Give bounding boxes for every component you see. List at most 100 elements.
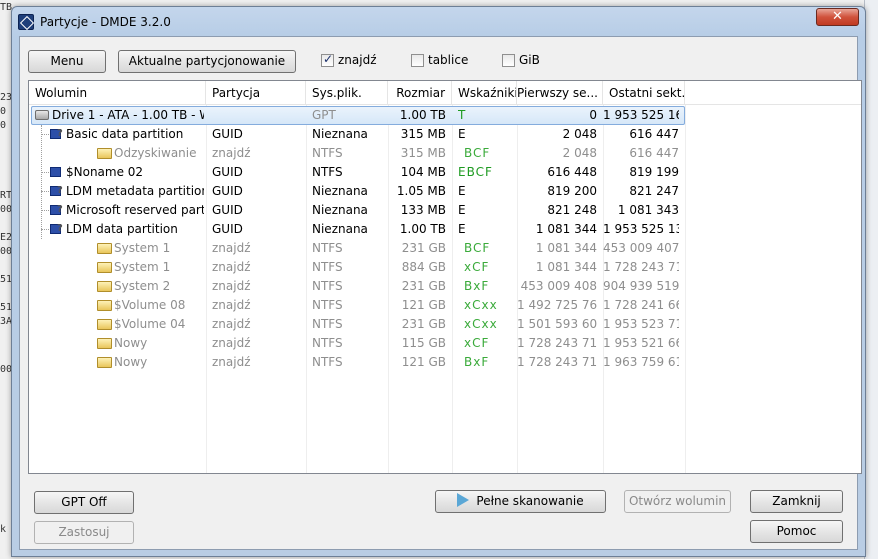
cell-flags: E: [458, 127, 466, 141]
table-row[interactable]: $Noname 02 GUID NTFS 104 MB EBCF 616 448 819 1…: [29, 163, 861, 182]
partition-icon: [49, 166, 65, 179]
find-checkbox[interactable]: znajdź: [321, 52, 381, 69]
cell-first-sector: 819 200: [547, 184, 597, 198]
cell-filesystem: NTFS: [312, 355, 343, 369]
cell-volume: Odzyskiwanie: [114, 146, 197, 160]
table-row[interactable]: Odzyskiwanie znajdź NTFS 315 MB BCF 2 048 616 …: [29, 144, 861, 163]
table-row[interactable]: LDM data partition GUID Nieznana 1.00 TB E 1 …: [29, 220, 861, 239]
close-button[interactable]: Zamknij: [750, 490, 843, 513]
table-row[interactable]: Nowy znajdź NTFS 115 GB xCF 1 728 243 712 1 95…: [29, 334, 861, 353]
cell-volume: Nowy: [114, 355, 148, 369]
cell-size: 231 GB: [401, 279, 446, 293]
cell-filesystem: Nieznana: [312, 184, 368, 198]
cell-volume: System 1: [114, 241, 171, 255]
cell-first-sector: 821 248: [547, 203, 597, 217]
cell-size: 884 GB: [401, 260, 446, 274]
table-row[interactable]: System 2 znajdź NTFS 231 GB BxF 453 009 408 90…: [29, 277, 861, 296]
cell-last-sector: 1 953 521 663: [603, 336, 679, 350]
cell-size: 121 GB: [401, 355, 446, 369]
tables-checkbox-box[interactable]: [411, 54, 424, 67]
table-row[interactable]: $Volume 04 znajdź NTFS 231 GB xCxx 1 501 593 …: [29, 315, 861, 334]
window-close-button[interactable]: ✕: [816, 8, 859, 26]
help-button[interactable]: Pomoc: [750, 520, 843, 543]
cell-flags: xCF: [464, 260, 490, 274]
full-scan-button[interactable]: Pełne skanowanie: [435, 490, 606, 513]
column-header-size[interactable]: Rozmiar: [388, 81, 452, 105]
cell-last-sector: 819 199: [629, 165, 679, 179]
cell-last-sector: 821 247: [629, 184, 679, 198]
folder-icon: [97, 357, 112, 368]
cell-flags: BCF: [464, 146, 491, 160]
cell-first-sector: 1 081 344: [535, 260, 597, 274]
folder-icon: [97, 148, 112, 159]
cell-filesystem: Nieznana: [312, 222, 368, 236]
cell-filesystem: NTFS: [312, 241, 343, 255]
gpt-off-button[interactable]: GPT Off: [34, 491, 134, 514]
cell-size: 1.05 MB: [396, 184, 446, 198]
gib-checkbox-box[interactable]: [502, 54, 515, 67]
cell-partition: znajdź: [212, 355, 251, 369]
gib-checkbox-label: GiB: [519, 53, 540, 67]
background-scrollbar: [864, 0, 878, 559]
cell-partition: znajdź: [212, 260, 251, 274]
table-row[interactable]: Nowy znajdź NTFS 121 GB BxF 1 728 243 712 1 96…: [29, 353, 861, 372]
play-icon: [457, 493, 470, 507]
find-checkbox-box[interactable]: [321, 52, 334, 67]
cell-flags: EBCF: [458, 165, 493, 179]
cell-volume: Nowy: [114, 336, 148, 350]
cell-first-sector: 453 009 408: [520, 279, 597, 293]
gib-checkbox[interactable]: GiB: [502, 53, 542, 69]
cell-last-sector: 1 963 759 615: [603, 355, 679, 369]
folder-icon: [97, 243, 112, 254]
table-row[interactable]: System 1 znajdź NTFS 231 GB BCF 1 081 344 453 …: [29, 239, 861, 258]
table-row[interactable]: System 1 znajdź NTFS 884 GB xCF 1 081 344 1 72…: [29, 258, 861, 277]
folder-icon: [97, 338, 112, 349]
table-row[interactable]: Basic data partition GUID Nieznana 315 MB E 2…: [29, 125, 861, 144]
cell-last-sector: 904 939 519: [603, 279, 679, 293]
table-row[interactable]: LDM metadata partition GUID Nieznana 1.05 M…: [29, 182, 861, 201]
cell-filesystem: Nieznana: [312, 203, 368, 217]
column-header-filesystem[interactable]: Sys.plik.: [306, 81, 388, 105]
cell-partition: GUID: [212, 203, 243, 217]
open-volume-button[interactable]: Otwórz wolumin: [624, 490, 731, 513]
apply-button[interactable]: Zastosuj: [34, 521, 134, 544]
cell-volume: $Noname 02: [66, 165, 144, 179]
cell-first-sector: 616 448: [547, 165, 597, 179]
cell-flags: E: [458, 203, 466, 217]
column-header-flags[interactable]: Wskaźniki: [452, 81, 517, 105]
partition-icon: [49, 185, 65, 198]
cell-first-sector: 1 492 725 760: [517, 298, 597, 312]
cell-partition: GUID: [212, 127, 243, 141]
table-row[interactable]: Drive 1 - ATA - 1.00 TB - W... GPT 1.00 TB…: [29, 106, 861, 125]
column-header-last-sector[interactable]: Ostatni sekt...: [603, 81, 685, 105]
cell-partition: GUID: [212, 165, 243, 179]
menu-button[interactable]: Menu: [28, 50, 106, 73]
title-bar[interactable]: Partycje - DMDE 3.2.0 ✕: [12, 7, 865, 37]
cell-size: 133 MB: [400, 203, 446, 217]
cell-volume: Microsoft reserved parti...: [66, 203, 204, 217]
cell-filesystem: NTFS: [312, 146, 343, 160]
cell-last-sector: 1 953 525 134: [603, 222, 679, 236]
current-partitioning-button[interactable]: Aktualne partycjonowanie: [118, 50, 296, 73]
cell-flags: BCF: [464, 241, 491, 255]
cell-size: 231 GB: [401, 317, 446, 331]
table-row[interactable]: Microsoft reserved parti... GUID Nieznana 1…: [29, 201, 861, 220]
column-header-first-sector[interactable]: Pierwszy se...: [517, 81, 603, 105]
partition-list[interactable]: Wolumin Partycja Sys.plik. Rozmiar Wskaź…: [28, 80, 862, 474]
folder-icon: [97, 262, 112, 273]
cell-last-sector: 1 081 343: [617, 203, 679, 217]
cell-volume: $Volume 04: [114, 317, 186, 331]
cell-partition: znajdź: [212, 317, 251, 331]
column-header-volume[interactable]: Wolumin: [29, 81, 206, 105]
tables-checkbox[interactable]: tablice: [411, 53, 471, 69]
cell-filesystem: NTFS: [312, 336, 343, 350]
cell-filesystem: Nieznana: [312, 127, 368, 141]
tables-checkbox-label: tablice: [428, 53, 469, 67]
cell-volume: Drive 1 - ATA - 1.00 TB - W...: [52, 108, 204, 122]
column-header-partition[interactable]: Partycja: [206, 81, 306, 105]
cell-volume: Basic data partition: [66, 127, 184, 141]
cell-first-sector: 2 048: [562, 146, 597, 160]
table-row[interactable]: $Volume 08 znajdź NTFS 121 GB xCxx 1 492 725 …: [29, 296, 861, 315]
cell-last-sector: 1 953 523 711: [603, 317, 679, 331]
cell-flags: E: [458, 222, 466, 236]
